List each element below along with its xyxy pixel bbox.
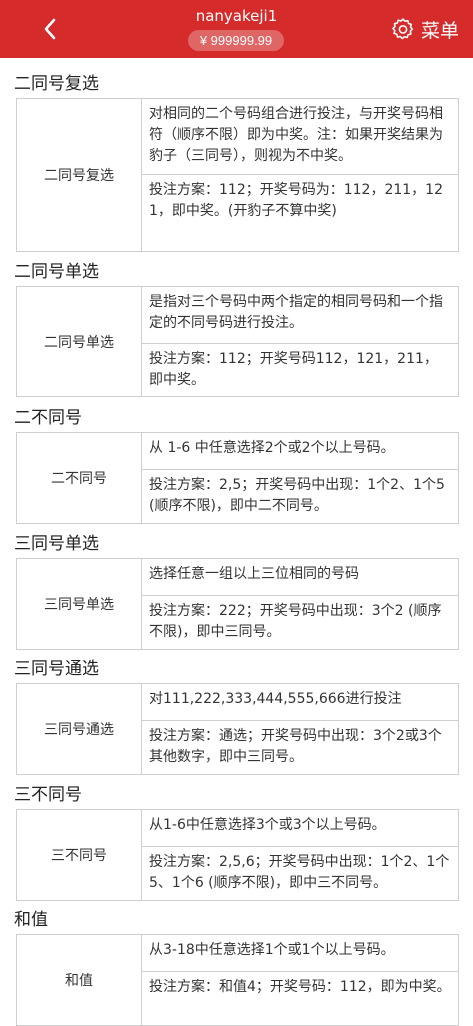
rule-example: 投注方案：112；开奖号码为：112，211，121，即中奖。(开豹子不算中奖) — [142, 174, 458, 251]
play-type-name: 三同号单选 — [17, 559, 142, 649]
play-type-name: 二同号复选 — [17, 99, 142, 251]
play-type-name: 三同号通选 — [17, 684, 142, 774]
section-title: 二不同号 — [14, 408, 82, 428]
menu-label: 菜单 — [420, 19, 459, 42]
rule-example: 投注方案：通选；开奖号码中出现：3个2或3个其他数字，即中三同号。 — [142, 720, 458, 774]
rule-table: 和值 从3-18中任意选择1个或1个以上号码。 投注方案：和值4；开奖号码：11… — [16, 934, 459, 1026]
rule-table: 三不同号 从1-6中任意选择3个或3个以上号码。 投注方案：2,5,6；开奖号码… — [16, 809, 459, 901]
rule-description: 是指对三个号码中两个指定的相同号码和一个指定的不同号码进行投注。 — [149, 294, 443, 331]
rule-example: 投注方案：112；开奖号码112，121，211，即中奖。 — [142, 343, 458, 396]
rule-description: 从1-6中任意选择3个或3个以上号码。 — [149, 817, 386, 833]
rule-description: 选择任意一组以上三位相同的号码 — [149, 566, 359, 582]
gear-icon — [392, 18, 414, 40]
menu-button[interactable]: 菜单 — [391, 14, 459, 44]
rule-table: 三同号通选 对111,222,333,444,555,666进行投注 投注方案：… — [16, 683, 459, 775]
section-title: 二同号复选 — [14, 74, 99, 94]
rule-table: 二同号单选 是指对三个号码中两个指定的相同号码和一个指定的不同号码进行投注。 投… — [16, 286, 459, 397]
play-type-name: 二同号单选 — [17, 287, 142, 396]
rule-description: 对111,222,333,444,555,666进行投注 — [149, 691, 402, 707]
section-title: 二同号单选 — [14, 262, 99, 282]
rule-description: 从3-18中任意选择1个或1个以上号码。 — [149, 942, 395, 958]
section-title: 三同号单选 — [14, 534, 99, 554]
top-header: nanyakeji1 ¥ 999999.99 菜单 — [0, 0, 473, 58]
play-type-name: 二不同号 — [17, 433, 142, 523]
section-title: 三不同号 — [14, 785, 82, 805]
rule-table: 三同号单选 选择任意一组以上三位相同的号码 投注方案：222；开奖号码中出现：3… — [16, 558, 459, 650]
play-type-name: 三不同号 — [17, 810, 142, 900]
rule-example: 投注方案：2,5,6；开奖号码中出现：1个2、1个5、1个6 (顺序不限)，即中… — [142, 846, 458, 900]
play-type-name: 和值 — [17, 935, 142, 1025]
section-title: 三同号通选 — [14, 659, 99, 679]
rule-description: 对相同的二个号码组合进行投注，与开奖号码相符（顺序不限）即为中奖。注：如果开奖结… — [149, 106, 443, 164]
rule-table: 二不同号 从 1-6 中任意选择2个或2个以上号码。 投注方案：2,5；开奖号码… — [16, 432, 459, 524]
section-title: 和值 — [14, 910, 48, 930]
rule-example: 投注方案：和值4；开奖号码：112，即为中奖。 — [142, 971, 458, 1025]
rule-table: 二同号复选 对相同的二个号码组合进行投注，与开奖号码相符（顺序不限）即为中奖。注… — [16, 98, 459, 252]
rule-description: 从 1-6 中任意选择2个或2个以上号码。 — [149, 440, 395, 456]
rule-example: 投注方案：2,5；开奖号码中出现：1个2、1个5 (顺序不限)，即中二不同号。 — [142, 469, 458, 523]
rule-example: 投注方案：222；开奖号码中出现：3个2 (顺序不限)，即中三同号。 — [142, 595, 458, 649]
balance-badge: ¥ 999999.99 — [188, 30, 284, 51]
